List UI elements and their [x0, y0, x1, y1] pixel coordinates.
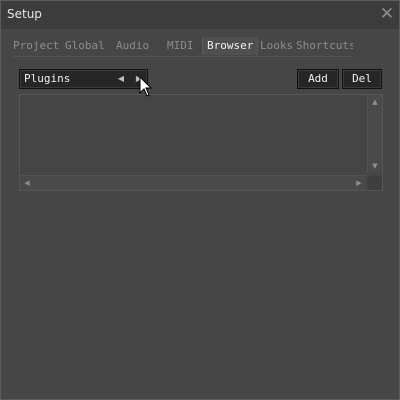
tab-shortcuts[interactable]: Shortcuts [296, 37, 353, 55]
tab-project[interactable]: Project [13, 37, 59, 55]
triangle-up-icon[interactable]: ▲ [368, 95, 382, 109]
window-title: Setup [7, 7, 42, 21]
scroll-left-icon[interactable]: ◀ [20, 176, 34, 190]
tab-looks[interactable]: Looks [260, 37, 293, 55]
tab-divider [13, 56, 353, 57]
close-icon[interactable]: ✕ [378, 4, 396, 24]
mouse-pointer-icon [139, 76, 153, 97]
title-bar[interactable]: Setup ✕ [1, 1, 399, 29]
tab-global[interactable]: Global [65, 37, 105, 55]
setup-window: Setup ✕ Project Global Audio MIDI Browse… [0, 0, 400, 400]
path-list[interactable]: ▲ ▼ ◀ ▶ [19, 94, 383, 191]
tab-midi[interactable]: MIDI [167, 37, 194, 55]
tab-audio[interactable]: Audio [116, 37, 149, 55]
scroll-right-icon[interactable]: ▶ [352, 176, 366, 190]
tab-browser[interactable]: Browser [202, 37, 259, 55]
vertical-scrollbar[interactable]: ▲ ▼ [367, 95, 382, 173]
browser-type-selector[interactable]: Plugins ◀ ▶ [19, 69, 148, 89]
scroll-corner [368, 176, 382, 190]
triangle-down-icon[interactable]: ▼ [368, 159, 382, 173]
add-button[interactable]: Add [297, 69, 339, 89]
del-button[interactable]: Del [342, 69, 382, 89]
horizontal-scrollbar[interactable]: ◀ ▶ [20, 175, 366, 190]
selector-value: Plugins [24, 72, 71, 85]
tab-bar: Project Global Audio MIDI Browser Looks … [13, 37, 353, 55]
triangle-left-icon[interactable]: ◀ [114, 71, 128, 87]
